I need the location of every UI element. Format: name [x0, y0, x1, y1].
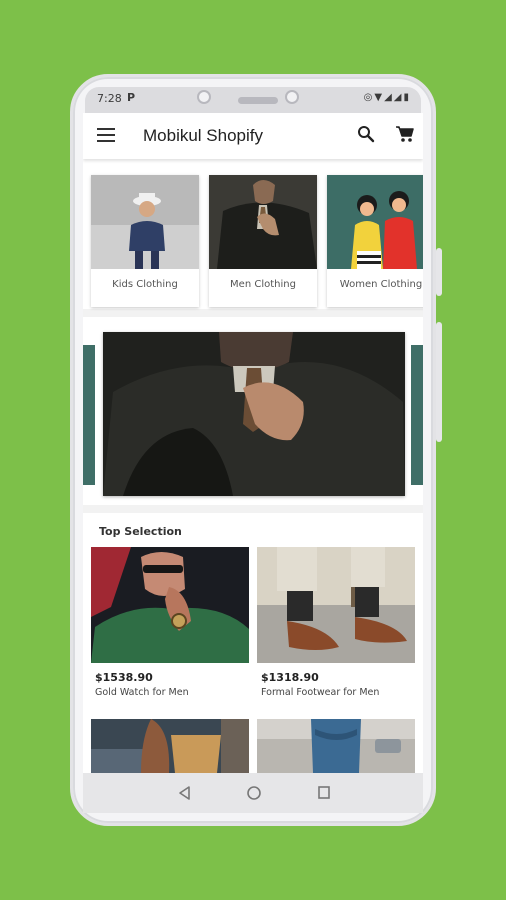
category-card-women[interactable]: Women Clothing	[327, 175, 423, 307]
signal-icon: ◢	[384, 92, 394, 103]
phone-frame: 7:28 P ◎▼◢◢▮ Mobikul Shopify Kids Clothi…	[70, 74, 436, 826]
product-image	[91, 547, 249, 663]
product-image	[257, 719, 415, 773]
product-card[interactable]	[91, 719, 249, 773]
banner-prev-slide[interactable]	[83, 345, 95, 485]
product-name: Formal Footwear for Men	[261, 687, 380, 698]
product-image	[91, 719, 249, 773]
section-title: Top Selection	[99, 525, 182, 538]
notification-icon: P	[127, 91, 136, 104]
power-button	[436, 322, 442, 442]
category-card-kids[interactable]: Kids Clothing	[91, 175, 199, 307]
status-time: 7:28	[97, 92, 122, 105]
home-icon[interactable]	[246, 785, 262, 801]
sensor-icon	[285, 90, 299, 104]
app-bar: Mobikul Shopify	[83, 113, 423, 159]
product-price: $1538.90	[95, 671, 153, 684]
nav-bar	[83, 773, 423, 813]
status-icons: ◎▼◢◢▮	[364, 92, 411, 103]
product-name: Gold Watch for Men	[95, 687, 189, 698]
category-image-kids	[91, 175, 199, 269]
product-card[interactable]: $1318.90 Formal Footwear for Men	[257, 547, 415, 707]
top-selection-section: Top Selection $1538.90 Gold Watch for Me…	[83, 513, 423, 773]
speaker-icon	[238, 97, 278, 104]
category-image-women	[327, 175, 423, 269]
back-icon[interactable]	[177, 785, 191, 801]
status-bar: 7:28 P ◎▼◢◢▮	[85, 87, 421, 113]
category-image-men	[209, 175, 317, 269]
product-image	[257, 547, 415, 663]
recents-icon[interactable]	[317, 785, 331, 801]
content-area: Kids Clothing Men Clothing Women Clothin…	[83, 159, 423, 773]
category-label: Women Clothing	[339, 279, 423, 290]
category-label: Kids Clothing	[112, 279, 178, 290]
product-price: $1318.90	[261, 671, 319, 684]
category-card-men[interactable]: Men Clothing	[209, 175, 317, 307]
app-screen: Mobikul Shopify Kids Clothing Men Clothi…	[83, 113, 423, 773]
banner-carousel[interactable]	[83, 317, 423, 505]
wifi-icon: ▼	[374, 92, 385, 103]
banner-next-slide[interactable]	[411, 345, 423, 485]
category-label: Men Clothing	[230, 279, 296, 290]
category-row: Kids Clothing Men Clothing Women Clothin…	[83, 159, 423, 309]
cart-icon[interactable]	[395, 125, 415, 143]
battery-icon: ▮	[403, 92, 411, 103]
product-card[interactable]	[257, 719, 415, 773]
menu-icon[interactable]	[97, 128, 115, 142]
camera-icon	[197, 90, 211, 104]
app-title: Mobikul Shopify	[143, 126, 264, 145]
product-card[interactable]: $1538.90 Gold Watch for Men	[91, 547, 249, 707]
volume-button	[436, 248, 442, 296]
search-icon[interactable]	[357, 125, 375, 143]
battery-saver-icon: ◎	[363, 92, 375, 103]
banner-image[interactable]	[103, 332, 405, 496]
